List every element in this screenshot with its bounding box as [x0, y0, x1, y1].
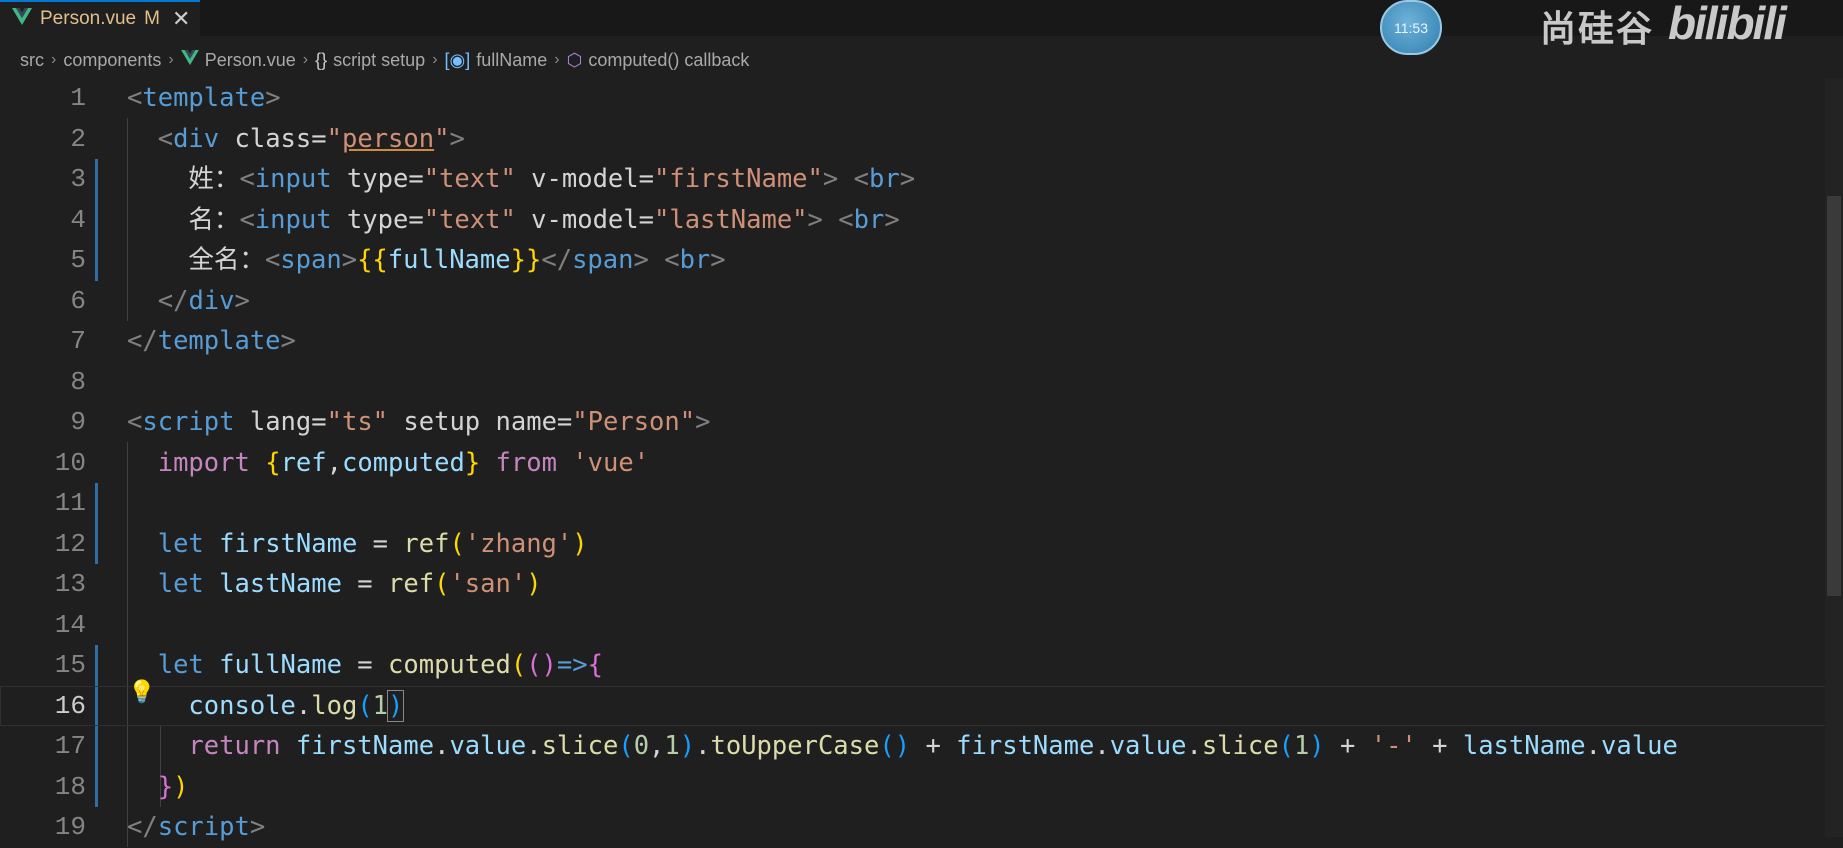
watermark-logo: 尚硅谷 [1540, 9, 1655, 50]
chevron-right-icon: › [302, 51, 309, 68]
clock-overlay: 11:53 [1380, 0, 1442, 55]
code-line: 11 [0, 483, 1843, 524]
code-line: 6 </div> [0, 281, 1843, 322]
line-number: 13 [54, 569, 86, 599]
breadcrumb: src › components › Person.vue › {} scrip… [20, 46, 749, 74]
braces-icon: {} [315, 49, 328, 70]
line-number: 19 [54, 812, 86, 842]
line-number: 1 [70, 83, 86, 113]
code-text[interactable]: let lastName = ref('san') [127, 564, 542, 605]
line-number: 12 [54, 528, 86, 559]
code-line: 15 let fullName = computed(()=>{ [0, 645, 1843, 686]
code-line: 17 return firstName.value.slice(0,1).toU… [0, 726, 1843, 767]
code-editor[interactable]: 1 <template> 2 <div class="person"> 3 姓：<… [0, 78, 1843, 848]
editor-tab-person-vue[interactable]: Person.vue M ✕ [0, 0, 200, 36]
chevron-right-icon: › [168, 51, 174, 68]
chevron-right-icon: › [432, 51, 438, 68]
code-text[interactable]: <template> [127, 78, 281, 119]
tab-filename: Person.vue [40, 8, 137, 29]
code-line: 13 let lastName = ref('san') [0, 564, 1843, 605]
vue-file-icon [180, 49, 199, 71]
code-text[interactable]: </script> [127, 807, 265, 848]
breadcrumb-item-fullname[interactable]: fullName [476, 50, 547, 71]
line-number: 18 [54, 771, 86, 802]
code-line-current: 16 console.log(1) [0, 685, 1843, 727]
code-line: 3 姓：<input type="text" v-model="firstNam… [0, 159, 1843, 200]
tab-modified-badge: M [144, 8, 160, 29]
code-text[interactable]: </template> [127, 321, 296, 362]
variable-icon: [◉] [444, 49, 471, 70]
line-number: 9 [70, 407, 86, 437]
code-text[interactable]: return firstName.value.slice(0,1).toUppe… [127, 726, 1677, 767]
code-line: 18 }) [0, 767, 1843, 808]
code-text[interactable]: <script lang="ts" setup name="Person"> [127, 402, 710, 443]
code-line: 2 <div class="person"> [0, 119, 1843, 160]
line-number: 5 [70, 245, 86, 275]
code-text[interactable]: console.log(1) [127, 686, 405, 727]
cube-icon: ⬡ [566, 49, 583, 70]
vertical-scrollbar[interactable] [1825, 78, 1843, 837]
line-number: 11 [54, 488, 86, 518]
code-line: 4 名：<input type="text" v-model="lastName… [0, 200, 1843, 241]
line-number: 3 [70, 164, 86, 194]
line-number: 10 [54, 447, 86, 478]
line-number: 8 [70, 366, 86, 397]
vue-file-icon [12, 8, 32, 30]
code-line: 12 let firstName = ref('zhang') [0, 524, 1843, 565]
code-line: 19 </script> [0, 807, 1843, 848]
code-text[interactable]: let fullName = computed(()=>{ [127, 645, 603, 686]
line-number: 4 [70, 204, 86, 235]
code-line: 9 <script lang="ts" setup name="Person"> [0, 402, 1843, 443]
code-line: 5 全名：<span>{{fullName}}</span> <br> [0, 240, 1843, 281]
close-icon[interactable]: ✕ [172, 7, 190, 32]
code-text[interactable]: }) [127, 767, 189, 808]
scrollbar-thumb[interactable] [1827, 196, 1841, 596]
code-text[interactable]: 姓：<input type="text" v-model="firstName"… [127, 159, 915, 200]
breadcrumb-item-script-setup[interactable]: script setup [333, 50, 425, 71]
code-text[interactable]: import {ref,computed} from 'vue' [127, 443, 649, 484]
code-text[interactable]: 全名：<span>{{fullName}}</span> <br> [127, 240, 725, 281]
breadcrumb-item-components[interactable]: components [63, 50, 161, 71]
line-number: 17 [54, 731, 86, 761]
line-number: 15 [54, 650, 86, 680]
code-line: 1 <template> [0, 78, 1843, 119]
code-line: 7 </template> [0, 321, 1843, 362]
lightbulb-icon[interactable]: 💡 [128, 680, 155, 705]
code-line: 14 [0, 605, 1843, 646]
bilibili-logo: bilibili [1668, 0, 1787, 49]
code-text[interactable]: 名：<input type="text" v-model="lastName">… [127, 200, 899, 241]
code-text[interactable]: let firstName = ref('zhang') [127, 524, 588, 565]
line-number: 6 [70, 285, 86, 316]
chevron-right-icon: › [554, 51, 560, 68]
code-text[interactable]: </div> [127, 281, 250, 322]
line-number: 2 [70, 123, 86, 154]
code-line: 8 [0, 362, 1843, 403]
line-number: 16 [54, 690, 86, 721]
code-line: 10 import {ref,computed} from 'vue' [0, 443, 1843, 484]
breadcrumb-item-file[interactable]: Person.vue [205, 50, 296, 71]
code-text[interactable]: <div class="person"> [127, 119, 465, 160]
line-number: 7 [70, 326, 86, 356]
line-number: 14 [54, 609, 86, 640]
chevron-right-icon: › [51, 51, 57, 68]
breadcrumb-item-callback[interactable]: computed() callback [588, 50, 749, 71]
breadcrumb-item-src[interactable]: src [20, 50, 44, 71]
